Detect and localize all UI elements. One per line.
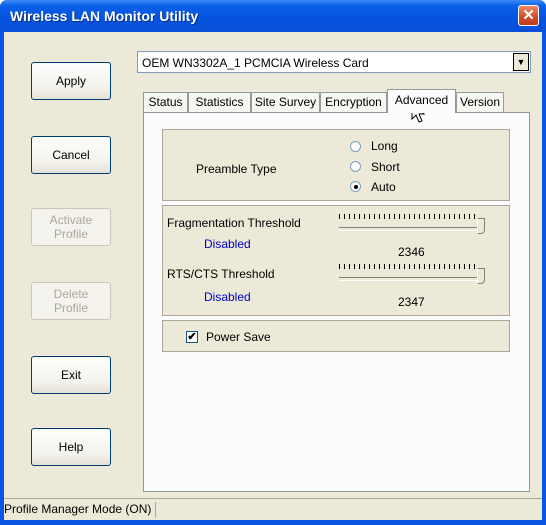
fragmentation-value: 2346: [398, 245, 425, 259]
chevron-down-icon[interactable]: ▼: [513, 53, 529, 71]
help-button[interactable]: Help: [31, 428, 111, 466]
tab-version-label: Version: [459, 95, 501, 109]
preamble-auto-radio[interactable]: [350, 181, 361, 192]
close-icon: ✕: [522, 7, 535, 24]
window-bottom-border: [0, 520, 546, 525]
title-bar[interactable]: Wireless LAN Monitor Utility ✕: [0, 0, 546, 32]
tab-site-survey[interactable]: Site Survey: [251, 92, 320, 112]
activate-line2: Profile: [53, 227, 88, 241]
fragmentation-status: Disabled: [204, 237, 251, 251]
preamble-long-radio[interactable]: [350, 141, 361, 152]
adapter-select[interactable]: OEM WN3302A_1 PCMCIA Wireless Card ▼: [137, 51, 531, 73]
checkmark-icon: ✔: [187, 331, 197, 343]
status-bar-text: Profile Manager Mode (ON): [4, 502, 157, 518]
rts-cts-value: 2347: [398, 295, 425, 309]
delete-profile-button[interactable]: Delete Profile: [31, 282, 111, 320]
fragmentation-slider-track: [339, 227, 481, 231]
dropdown-arrow-glyph: ▼: [516, 57, 526, 67]
rts-cts-status: Disabled: [204, 290, 251, 304]
fragmentation-slider[interactable]: [339, 214, 485, 234]
adapter-select-value: OEM WN3302A_1 PCMCIA Wireless Card: [142, 56, 369, 70]
tab-advanced[interactable]: Advanced: [387, 89, 456, 113]
activate-profile-label: Activate Profile: [50, 213, 93, 241]
tab-encryption-label: Encryption: [325, 95, 382, 109]
status-bar: Profile Manager Mode (ON): [4, 498, 542, 521]
preamble-type-label: Preamble Type: [196, 162, 277, 176]
activate-profile-button[interactable]: Activate Profile: [31, 208, 111, 246]
preamble-group: Preamble Type Long Short Auto: [162, 129, 510, 201]
preamble-long-label: Long: [371, 139, 398, 153]
app-window: Wireless LAN Monitor Utility ✕ Apply Can…: [0, 0, 546, 525]
power-save-checkbox[interactable]: ✔: [186, 331, 198, 343]
rts-cts-slider-thumb[interactable]: [477, 268, 485, 284]
window-title: Wireless LAN Monitor Utility: [10, 8, 199, 24]
fragmentation-threshold-label: Fragmentation Threshold: [167, 216, 301, 230]
power-save-label: Power Save: [206, 330, 271, 344]
preamble-auto-label: Auto: [371, 180, 396, 194]
tab-encryption[interactable]: Encryption: [320, 92, 387, 112]
close-button[interactable]: ✕: [518, 5, 539, 26]
power-save-group: ✔ Power Save: [162, 320, 510, 352]
rts-cts-slider-track: [339, 277, 481, 281]
advanced-tab-panel: Preamble Type Long Short Auto Fragmentat…: [143, 112, 530, 492]
tab-status-label: Status: [148, 95, 183, 109]
apply-button[interactable]: Apply: [31, 62, 111, 100]
rts-cts-threshold-label: RTS/CTS Threshold: [167, 267, 275, 281]
tab-site-survey-label: Site Survey: [254, 95, 317, 109]
exit-button[interactable]: Exit: [31, 356, 111, 394]
rts-cts-slider-ticks: [339, 264, 479, 269]
cancel-button[interactable]: Cancel: [31, 136, 111, 174]
tab-advanced-label: Advanced: [394, 93, 449, 107]
fragmentation-slider-thumb[interactable]: [477, 218, 485, 234]
delete-line2: Profile: [53, 301, 88, 315]
fragmentation-slider-ticks: [339, 214, 479, 219]
preamble-short-radio[interactable]: [350, 161, 361, 172]
delete-line1: Delete: [53, 287, 89, 301]
exit-label: Exit: [60, 368, 81, 382]
apply-label: Apply: [55, 74, 87, 88]
delete-profile-label: Delete Profile: [54, 287, 89, 315]
activate-line1: Activate: [49, 213, 93, 227]
thresholds-group: Fragmentation Threshold Disabled 2346 RT…: [162, 205, 510, 316]
rts-cts-slider[interactable]: [339, 264, 485, 284]
cancel-label: Cancel: [52, 148, 90, 162]
tab-status[interactable]: Status: [143, 92, 188, 112]
tab-statistics[interactable]: Statistics: [188, 92, 251, 112]
preamble-short-label: Short: [371, 160, 400, 174]
tab-statistics-label: Statistics: [195, 95, 244, 109]
tab-version[interactable]: Version: [456, 92, 504, 112]
help-label: Help: [58, 440, 84, 454]
